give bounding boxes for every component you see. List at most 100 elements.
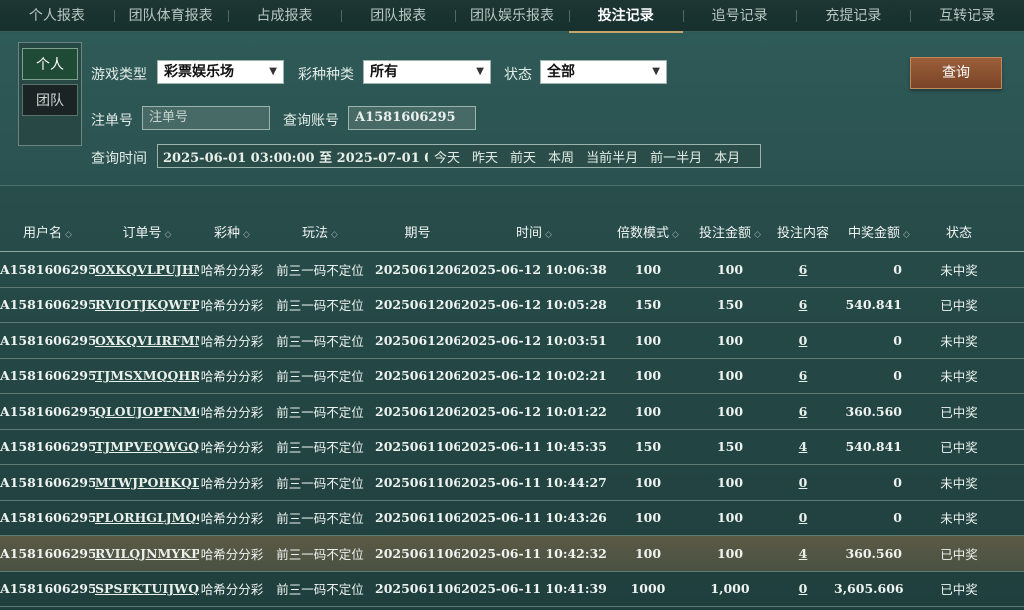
tab-transfer-records[interactable]: 互转记录 <box>910 0 1024 32</box>
cell-bet-content-link[interactable]: 6 <box>772 368 834 383</box>
cell-bet-content-link[interactable]: 0 <box>772 510 834 525</box>
cell-lottery: 哈希分分彩 <box>200 333 264 349</box>
cell-time: 2025-06-11 10:43:26 <box>461 510 607 526</box>
cell-play-method: 前三一码不定位 <box>276 546 364 562</box>
cell-period: 202506110645 <box>375 474 460 490</box>
cell-status: 未中奖 <box>940 475 978 491</box>
chevron-down-icon: ▼ <box>652 66 660 77</box>
cell-status: 已中奖 <box>940 404 978 420</box>
game-type-label: 游戏类型 <box>91 67 147 83</box>
sort-icon: ◇ <box>331 230 338 240</box>
cell-order-number-link[interactable]: OXKQVLPUJHM <box>95 262 199 277</box>
cell-username: A1581606295 <box>0 474 95 490</box>
cell-win-amount: 3,605.606 <box>834 581 904 597</box>
table-row: A1581606295MTWJPOHKQDK哈希分分彩前三一码不定位 202506… <box>0 465 1024 501</box>
quick-date-yesterday[interactable]: 昨天 <box>466 147 504 166</box>
cell-bet-amount: 100 <box>716 261 744 277</box>
cell-order-number-link[interactable]: RVILQJNMYKP <box>95 546 199 561</box>
cell-order-number-link[interactable]: RVIOTJKQWFP <box>95 297 199 312</box>
quick-date-this-week[interactable]: 本周 <box>542 147 580 166</box>
tab-team-entertainment-report[interactable]: 团队娱乐报表 <box>455 0 569 32</box>
cell-lottery: 哈希分分彩 <box>200 546 264 562</box>
cell-order-number-link[interactable]: TJMPVEQWGQR <box>95 439 199 454</box>
cell-bet-content-link[interactable]: 0 <box>772 333 834 348</box>
cell-win-amount: 0 <box>893 510 902 526</box>
cell-order-number-link[interactable]: OXKQVLIRFMM <box>95 333 199 348</box>
quick-date-current-half-month[interactable]: 当前半月 <box>580 147 644 166</box>
cell-lottery: 哈希分分彩 <box>200 475 264 491</box>
column-bet-amount[interactable]: 投注金额 ◇ <box>688 222 772 241</box>
lottery-kind-label: 彩种种类 <box>298 67 354 83</box>
cell-play-method: 前三一码不定位 <box>276 404 364 420</box>
cell-status: 未中奖 <box>940 511 978 527</box>
tab-personal-report[interactable]: 个人报表 <box>0 0 114 32</box>
tab-team-sports-report[interactable]: 团队体育报表 <box>113 0 228 32</box>
quick-date-today[interactable]: 今天 <box>428 147 466 166</box>
lottery-kind-select[interactable]: 所有 ▼ <box>363 60 491 84</box>
status-select[interactable]: 全部 ▼ <box>540 60 667 84</box>
cell-time: 2025-06-11 10:41:39 <box>461 581 607 597</box>
quick-date-previous-half-month[interactable]: 前一半月 <box>644 147 708 166</box>
cell-bet-amount: 100 <box>716 368 744 384</box>
cell-bet-content-link[interactable]: 4 <box>772 439 834 454</box>
cell-bet-amount: 1,000 <box>710 581 750 597</box>
quick-date-this-month[interactable]: 本月 <box>708 147 746 166</box>
column-username[interactable]: 用户名 ◇ <box>0 222 95 241</box>
column-multiplier[interactable]: 倍数模式 ◇ <box>608 222 688 241</box>
table-row: A1581606295 RVIOTJKQWFP 哈希分分彩 前三一码不定位 202506… <box>0 288 1024 323</box>
table-row: A1581606295TJMSXMQQHRR哈希分分彩前三一码不定位 202506… <box>0 359 1024 394</box>
cell-bet-content-link[interactable]: 6 <box>772 297 834 312</box>
cell-lottery: 哈希分分彩 <box>200 404 264 420</box>
cell-order-number-link[interactable]: SPSFKTUIJWQ <box>95 581 199 596</box>
cell-username: A1581606295 <box>0 332 95 348</box>
cell-lottery: 哈希分分彩 <box>200 369 264 385</box>
cell-multiplier: 100 <box>634 332 662 348</box>
column-play-method[interactable]: 玩法 ◇ <box>265 222 375 241</box>
cell-play-method: 前三一码不定位 <box>276 369 364 385</box>
order-number-input[interactable]: 注单号 <box>142 106 270 130</box>
cell-username: A1581606295 <box>0 261 95 277</box>
cell-time: 2025-06-11 10:42:32 <box>461 545 607 561</box>
cell-order-number-link[interactable]: TJMSXMQQHRR <box>95 368 199 383</box>
cell-order-number-link[interactable]: MTWJPOHKQDK <box>95 475 199 490</box>
cell-order-number-link[interactable]: PLORHGLJMQQ <box>95 510 199 525</box>
tab-bet-records[interactable]: 投注记录 <box>568 0 683 33</box>
sort-icon: ◇ <box>903 230 910 240</box>
cell-win-amount: 540.841 <box>845 439 902 455</box>
account-input[interactable]: A1581606295 <box>348 106 476 130</box>
cell-period: 202506110643 <box>375 545 460 561</box>
cell-bet-content-link[interactable]: 0 <box>772 475 834 490</box>
lottery-kind-value: 所有 <box>370 64 398 80</box>
cell-multiplier: 100 <box>634 474 662 490</box>
search-button[interactable]: 查询 <box>910 57 1002 89</box>
sort-icon: ◇ <box>672 230 679 240</box>
date-range-input[interactable]: 2025-06-01 03:00:00 至 2025-07-01 03:00:0… <box>158 147 428 166</box>
tab-team-report[interactable]: 团队报表 <box>341 0 455 32</box>
cell-bet-content-link[interactable]: 6 <box>772 404 834 419</box>
game-type-value: 彩票娱乐场 <box>164 64 234 80</box>
column-status: 状态 <box>945 226 972 241</box>
scope-team-button[interactable]: 团队 <box>22 84 78 116</box>
column-lottery[interactable]: 彩种 ◇ <box>199 222 265 241</box>
table-body: A1581606295 OXKQVLPUJHM 哈希分分彩 前三一码不定位 202506… <box>0 252 1024 607</box>
cell-bet-content-link[interactable]: 0 <box>772 581 834 596</box>
cell-bet-content-link[interactable]: 6 <box>772 262 834 277</box>
report-tab-bar: 个人报表 团队体育报表 占成报表 团队报表 团队娱乐报表 投注记录 追号记录 充… <box>0 0 1024 33</box>
quick-date-day-before[interactable]: 前天 <box>504 147 542 166</box>
tab-chase-records[interactable]: 追号记录 <box>682 0 797 32</box>
scope-personal-button[interactable]: 个人 <box>22 48 78 80</box>
cell-order-number-link[interactable]: QLOUJOPFNMO <box>95 404 199 419</box>
column-time[interactable]: 时间 ◇ <box>460 222 608 241</box>
cell-time: 2025-06-12 10:01:22 <box>461 403 607 419</box>
cell-username: A1581606295 <box>0 439 95 455</box>
cell-lottery: 哈希分分彩 <box>200 440 264 456</box>
tab-share-report[interactable]: 占成报表 <box>227 0 342 32</box>
column-win-amount[interactable]: 中奖金额 ◇ <box>834 222 924 241</box>
cell-username: A1581606295 <box>0 581 95 597</box>
cell-bet-content-link[interactable]: 4 <box>772 546 834 561</box>
game-type-select[interactable]: 彩票娱乐场 ▼ <box>157 60 284 84</box>
scope-toggle: 个人 团队 <box>18 42 82 146</box>
tab-deposit-withdraw-records[interactable]: 充提记录 <box>796 0 910 32</box>
column-order-number[interactable]: 订单号 ◇ <box>95 222 199 241</box>
cell-username: A1581606295 <box>0 545 95 561</box>
